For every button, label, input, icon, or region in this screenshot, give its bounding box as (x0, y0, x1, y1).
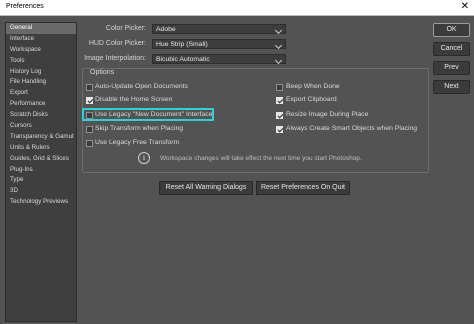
legacy-free-transform-label: Use Legacy Free Transform (95, 139, 180, 146)
resize-image-checkbox[interactable] (276, 112, 283, 119)
sidebar-item[interactable]: 3D (6, 186, 76, 197)
hud-color-picker-select[interactable]: Hue Strip (Small) (152, 39, 286, 50)
legacy-new-document-checkbox[interactable] (86, 112, 93, 119)
disable-home-screen-label: Disable the Home Screen (95, 96, 173, 103)
chevron-down-icon (274, 56, 283, 65)
window-title: Preferences (6, 3, 44, 10)
beep-when-done-checkbox[interactable] (276, 84, 283, 91)
options-title: Options (89, 69, 116, 76)
sidebar-item[interactable]: Units & Rulers (6, 143, 76, 154)
reset-preferences-button[interactable]: Reset Preferences On Quit (256, 181, 350, 195)
sidebar-item[interactable]: File Handling (6, 77, 76, 88)
cancel-button[interactable]: Cancel (433, 42, 470, 56)
ok-button[interactable]: OK (433, 23, 470, 37)
sidebar-item[interactable]: Guides, Grid & Slices (6, 154, 76, 165)
info-icon: i (138, 152, 150, 164)
sidebar-item[interactable]: Scratch Disks (6, 110, 76, 121)
next-button[interactable]: Next (433, 80, 470, 94)
chevron-down-icon (274, 26, 283, 35)
title-bar: Preferences ✕ (0, 0, 474, 16)
color-picker-label: Color Picker: (105, 25, 146, 32)
hud-color-picker-value: Hue Strip (Small) (156, 41, 208, 48)
sidebar-item[interactable]: Technology Previews (6, 197, 76, 208)
skip-transform-checkbox[interactable] (86, 126, 93, 133)
sidebar-item[interactable]: Type (6, 175, 76, 186)
sidebar-item[interactable]: General (6, 23, 76, 34)
color-picker-value: Adobe (156, 26, 176, 33)
color-picker-select[interactable]: Adobe (152, 24, 286, 35)
sidebar-item[interactable]: Plug-Ins (6, 165, 76, 176)
smart-objects-label: Always Create Smart Objects when Placing (286, 125, 418, 132)
image-interpolation-value: Bicubic Automatic (156, 56, 210, 63)
export-clipboard-label: Export Clipboard (286, 96, 337, 103)
close-icon[interactable]: ✕ (461, 1, 469, 12)
image-interpolation-label: Image Interpolation: (84, 55, 146, 62)
legacy-free-transform-checkbox[interactable] (86, 140, 93, 147)
reset-warning-dialogs-button[interactable]: Reset All Warning Dialogs (159, 181, 253, 195)
sidebar-item[interactable]: Transparency & Gamut (6, 132, 76, 143)
workspace-note: Workspace changes will take effect the n… (160, 155, 362, 162)
chevron-down-icon (274, 41, 283, 50)
sidebar-item[interactable]: Interface (6, 34, 76, 45)
beep-when-done-label: Beep When Done (286, 83, 340, 90)
sidebar-item[interactable]: Export (6, 88, 76, 99)
sidebar-item[interactable]: History Log (6, 67, 76, 78)
resize-image-label: Resize Image During Place (286, 111, 369, 118)
sidebar-item[interactable]: Performance (6, 99, 76, 110)
sidebar-item[interactable]: Cursors (6, 121, 76, 132)
preferences-sidebar: General Interface Workspace Tools History Lo… (5, 22, 77, 322)
sidebar-item[interactable]: Workspace (6, 45, 76, 56)
prev-button[interactable]: Prev (433, 61, 470, 75)
auto-update-checkbox[interactable] (86, 84, 93, 91)
disable-home-screen-checkbox[interactable] (86, 97, 93, 104)
export-clipboard-checkbox[interactable] (276, 97, 283, 104)
sidebar-item[interactable]: Tools (6, 56, 76, 67)
legacy-new-document-label: Use Legacy "New Document" Interface (95, 111, 213, 118)
smart-objects-checkbox[interactable] (276, 126, 283, 133)
hud-color-picker-label: HUD Color Picker: (88, 40, 146, 47)
image-interpolation-select[interactable]: Bicubic Automatic (152, 54, 286, 65)
skip-transform-label: Skip Transform when Placing (95, 125, 184, 132)
auto-update-label: Auto-Update Open Documents (95, 83, 188, 90)
